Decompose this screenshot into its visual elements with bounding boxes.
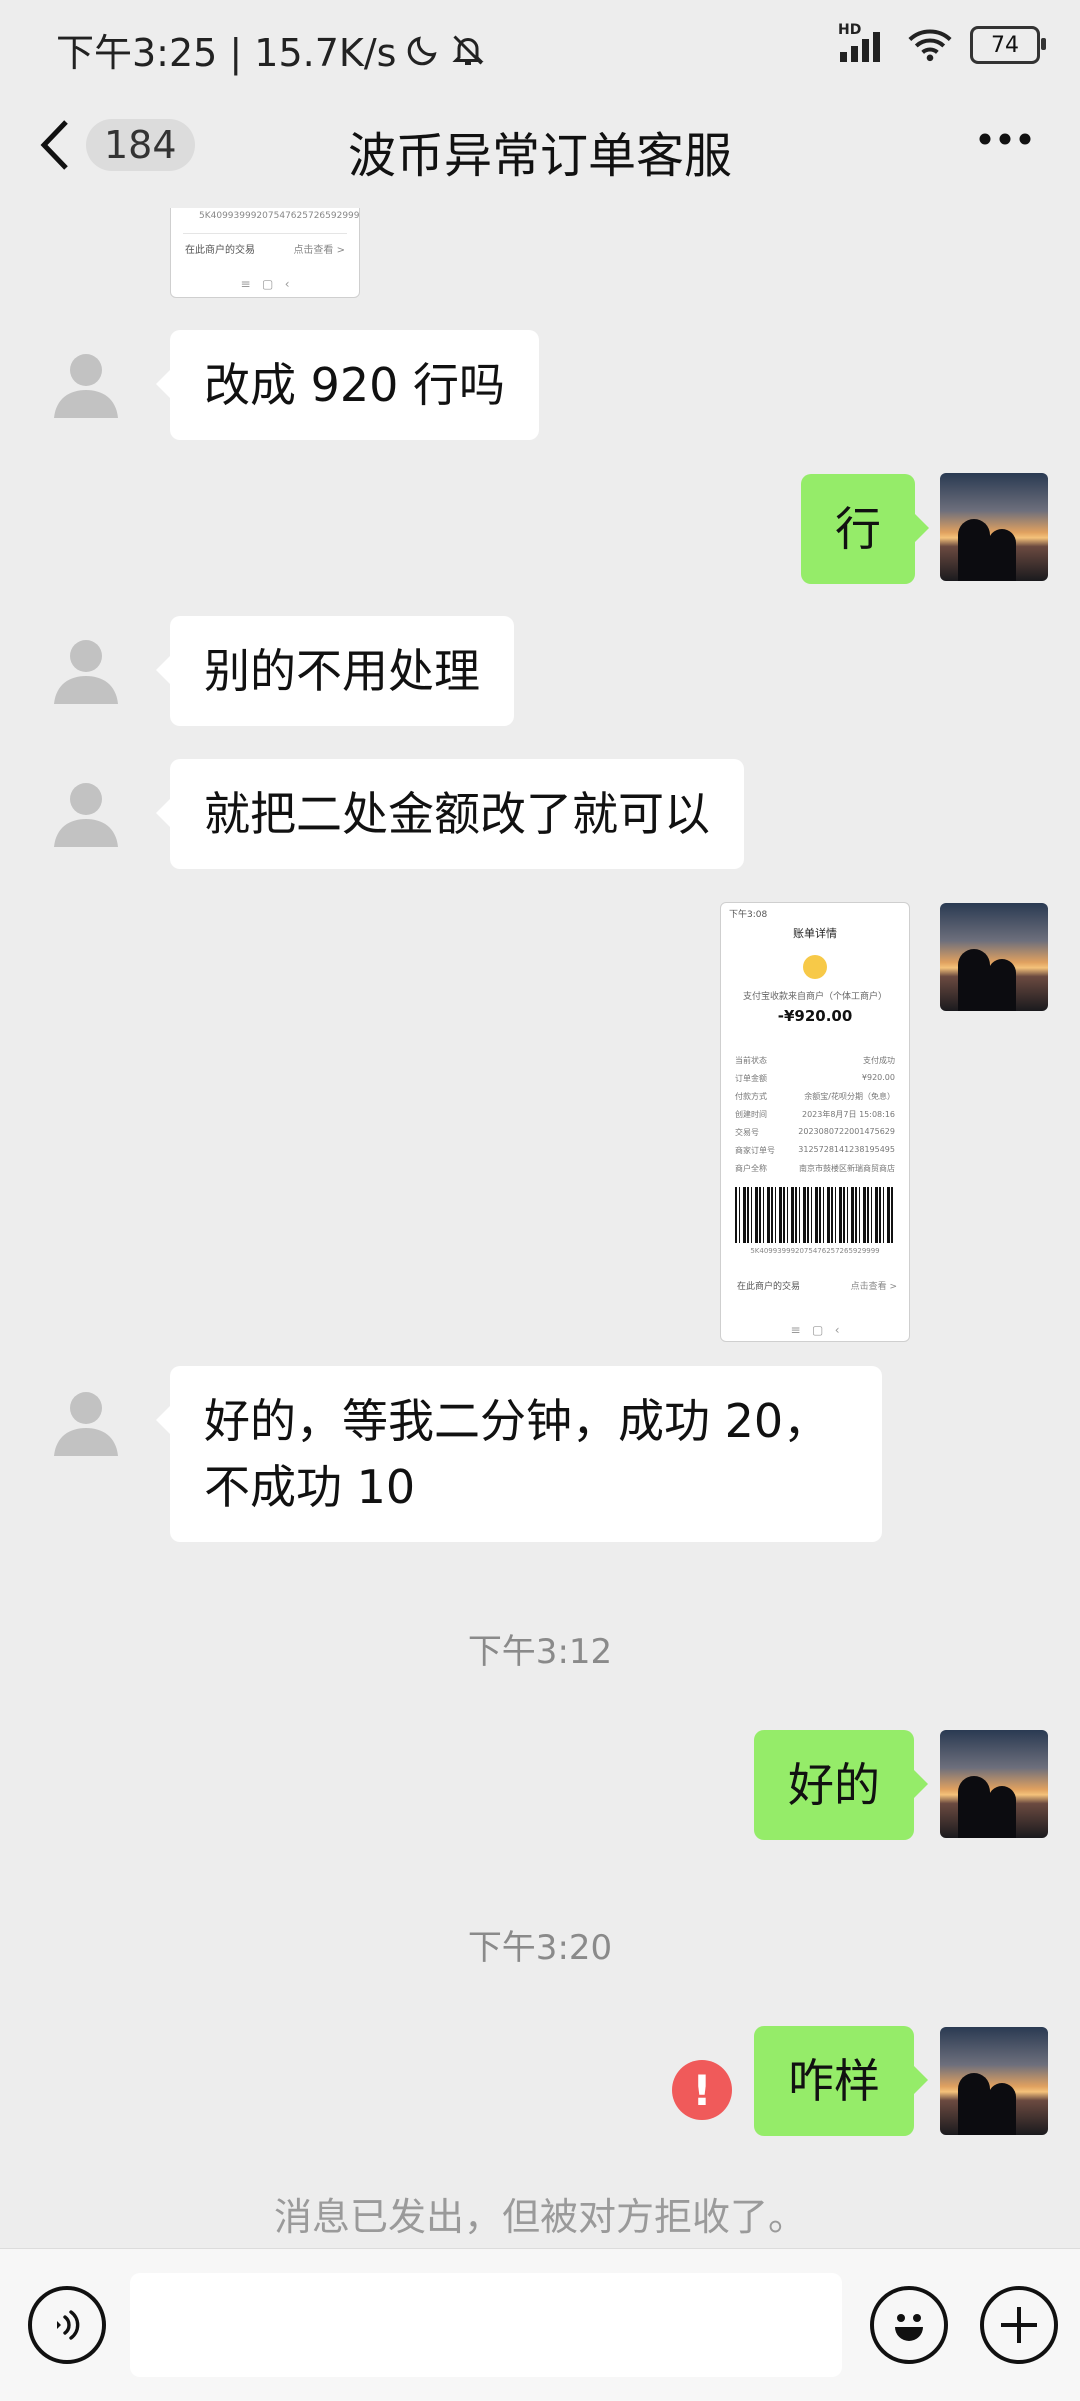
- avatar[interactable]: [34, 1370, 138, 1474]
- voice-icon: [57, 2310, 80, 2340]
- receipt-amount: -¥920.00: [777, 1007, 853, 1025]
- receipt-nav-bar: ≡ ▢ ‹: [790, 1323, 840, 1337]
- signal-icon: HD: [838, 22, 890, 62]
- avatar-silhouette: [958, 1776, 990, 1838]
- bell-off-icon: [452, 34, 485, 65]
- thumb-nav-bar: ≡ ▢ ‹: [240, 277, 290, 291]
- voice-button[interactable]: [28, 2286, 106, 2364]
- image-message-receipt[interactable]: 下午3:08 账单详情 支付宝收款来自商户（个体工商户） -¥920.00 当前…: [720, 902, 910, 1342]
- receipt-barcode: [735, 1187, 895, 1243]
- receipt-row: 商户全称 南京市鼓楼区新瑞商贸商店: [735, 1164, 895, 1173]
- message-bubble-incoming[interactable]: 就把二处金额改了就可以: [156, 759, 744, 869]
- receipt-barcode-number: 5K409939992075476257265929999: [750, 1247, 880, 1255]
- avatar[interactable]: [34, 618, 138, 722]
- receipt-row: 创建时间 2023年8月7日 15:08:16: [735, 1110, 895, 1119]
- battery-icon: 74: [970, 26, 1046, 64]
- avatar-self[interactable]: [940, 473, 1048, 581]
- avatar-silhouette: [988, 529, 1016, 581]
- add-icon: [1001, 2307, 1037, 2343]
- timestamp: 下午3:12: [467, 1632, 613, 1672]
- avatar[interactable]: [34, 761, 138, 865]
- receipt-footer-left: 在此商户的交易: [737, 1282, 801, 1292]
- chat-title: 波币异常订单客服: [347, 128, 732, 184]
- battery-level: 74: [991, 32, 1019, 58]
- receipt-row: 订单金额 ¥920.00: [735, 1073, 895, 1083]
- more-dots-icon[interactable]: [978, 132, 1032, 146]
- avatar-silhouette: [958, 519, 990, 581]
- thumb-footer-left: 在此商户的交易: [185, 245, 255, 256]
- receipt-row: 当前状态 支付成功: [735, 1056, 895, 1065]
- message-bubble-incoming[interactable]: 好的，等我二分钟，成功 20，不成功 10: [156, 1366, 882, 1542]
- status-bar: 下午3:25 | 15.7K/s HD 74: [0, 0, 1080, 96]
- wifi-icon: [908, 29, 952, 62]
- default-user-icon: [54, 1392, 118, 1456]
- message-bubble-outgoing[interactable]: 咋样: [754, 2026, 928, 2136]
- avatar-silhouette: [958, 949, 990, 1011]
- chat-header: 184 波币异常订单客服: [0, 96, 1080, 208]
- avatar-silhouette: [988, 959, 1016, 1011]
- avatar-silhouette: [988, 1786, 1016, 1838]
- receipt-row: 商家订单号 3125728141238195495: [735, 1145, 895, 1155]
- default-user-icon: [54, 783, 118, 847]
- status-right: HD 74: [838, 22, 1046, 64]
- message-bubble-incoming[interactable]: 改成 920 行吗: [155, 330, 540, 440]
- send-failed-icon[interactable]: !: [672, 2060, 732, 2120]
- thumb-divider: [183, 233, 347, 234]
- add-button[interactable]: [980, 2286, 1058, 2364]
- receipt-row: 交易号 2023080722001475629: [735, 1127, 895, 1137]
- receipt-header: 账单详情: [793, 927, 837, 940]
- status-left: 下午3:25 | 15.7K/s: [56, 22, 486, 77]
- input-bar: [0, 2248, 1080, 2401]
- avatar[interactable]: [34, 332, 138, 436]
- rejected-notice: 消息已发出，但被对方拒收了。: [273, 2195, 806, 2239]
- message-bubble-incoming[interactable]: 别的不用处理: [156, 616, 514, 726]
- receipt-merchant: 支付宝收款来自商户（个体工商户）: [742, 992, 887, 1002]
- image-message-partial[interactable]: 5K409939992075476257265929999 在此商户的交易 点击…: [170, 208, 360, 298]
- moon-icon: [408, 35, 437, 65]
- receipt-footer-right: 点击查看 >: [850, 1282, 897, 1292]
- receipt-status-time: 下午3:08: [729, 910, 768, 920]
- message-bubble-outgoing[interactable]: 好的: [754, 1730, 928, 1840]
- thumb-barcode-number: 5K409939992075476257265929999: [199, 211, 360, 221]
- thumb-footer-right: 点击查看 >: [293, 245, 345, 256]
- avatar-self[interactable]: [940, 2027, 1048, 2135]
- message-bubble-outgoing[interactable]: 行: [801, 474, 929, 584]
- chat-area[interactable]: 5K409939992075476257265929999 在此商户的交易 点击…: [0, 208, 1080, 2248]
- emoji-button[interactable]: [870, 2286, 948, 2364]
- emoji-icon: [895, 2314, 923, 2341]
- receipt-row: 付款方式 余额宝/花呗分期（免息）: [735, 1092, 895, 1101]
- default-user-icon: [54, 640, 118, 704]
- avatar-silhouette: [988, 2083, 1016, 2135]
- status-time-speed: 下午3:25 | 15.7K/s: [56, 31, 397, 75]
- avatar-self[interactable]: [940, 903, 1048, 1011]
- message-input[interactable]: [130, 2273, 842, 2377]
- avatar-silhouette: [958, 2073, 990, 2135]
- default-user-icon: [54, 354, 118, 418]
- avatar-self[interactable]: [940, 1730, 1048, 1838]
- timestamp: 下午3:20: [467, 1928, 613, 1968]
- alipay-logo-icon: [803, 955, 827, 979]
- receipt-rows: 当前状态 支付成功 订单金额 ¥920.00 付款方式 余额宝/花呗分期（免息） 创建…: [735, 1055, 895, 1181]
